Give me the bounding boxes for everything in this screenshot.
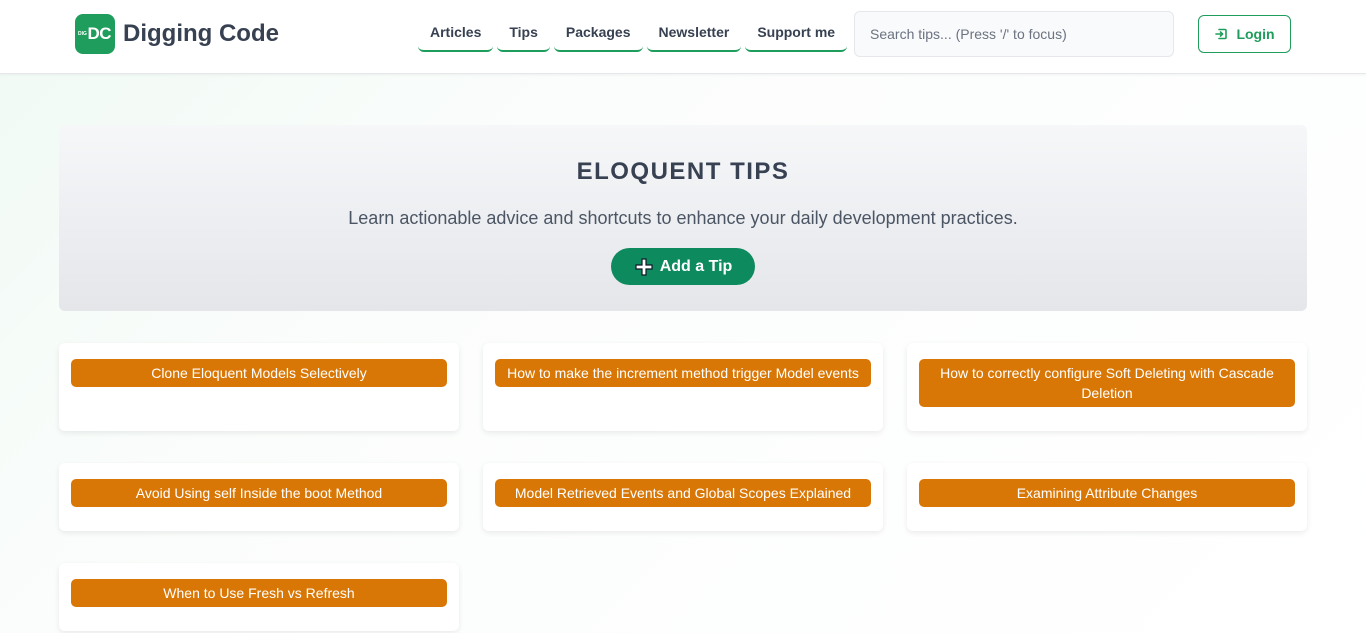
page-title: ELOQUENT TIPS [576, 158, 790, 185]
tip-title[interactable]: Examining Attribute Changes [919, 479, 1295, 507]
nav-articles[interactable]: Articles [418, 14, 494, 52]
login-label: Login [1236, 26, 1275, 42]
nav-tips[interactable]: Tips [497, 14, 550, 52]
tip-card: Clone Eloquent Models Selectively [59, 343, 459, 431]
tip-card: How to correctly configure Soft Deleting… [907, 343, 1307, 431]
tip-title[interactable]: Avoid Using self Inside the boot Method [71, 479, 447, 507]
tip-title[interactable]: Model Retrieved Events and Global Scopes… [495, 479, 871, 507]
nav-newsletter[interactable]: Newsletter [646, 14, 742, 52]
logo-mark: DIG DC [75, 14, 115, 54]
tip-title[interactable]: How to make the increment method trigger… [495, 359, 871, 387]
add-tip-label: Add a Tip [659, 257, 733, 275]
main-nav: Articles Tips Packages Newsletter Suppor… [418, 14, 848, 52]
tip-title[interactable]: How to correctly configure Soft Deleting… [919, 359, 1295, 407]
tip-title[interactable]: When to Use Fresh vs Refresh [71, 579, 447, 607]
tip-card: Avoid Using self Inside the boot Method [59, 463, 459, 531]
brand-name: Digging Code [123, 20, 279, 47]
add-tip-button[interactable]: Add a Tip [611, 248, 755, 285]
site-logo[interactable]: DIG DC Digging Code [75, 14, 279, 54]
plus-icon [634, 257, 654, 277]
nav-packages[interactable]: Packages [553, 14, 643, 52]
search-input[interactable] [854, 11, 1174, 57]
tip-title[interactable]: Clone Eloquent Models Selectively [71, 359, 447, 387]
nav-support-me[interactable]: Support me [745, 14, 848, 52]
login-icon [1214, 27, 1228, 41]
tip-card: How to make the increment method trigger… [483, 343, 883, 431]
page-subtitle: Learn actionable advice and shortcuts to… [348, 208, 1018, 228]
logo-mark-text: DC [87, 24, 111, 43]
tip-card: When to Use Fresh vs Refresh [59, 563, 459, 631]
login-button[interactable]: Login [1198, 15, 1291, 53]
hero-banner: ELOQUENT TIPS Learn actionable advice an… [59, 125, 1307, 311]
site-header: DIG DC Digging Code Articles Tips Packag… [0, 0, 1366, 74]
logo-mark-small: DIG [78, 31, 87, 37]
tip-card: Examining Attribute Changes [907, 463, 1307, 531]
tip-card: Model Retrieved Events and Global Scopes… [483, 463, 883, 531]
